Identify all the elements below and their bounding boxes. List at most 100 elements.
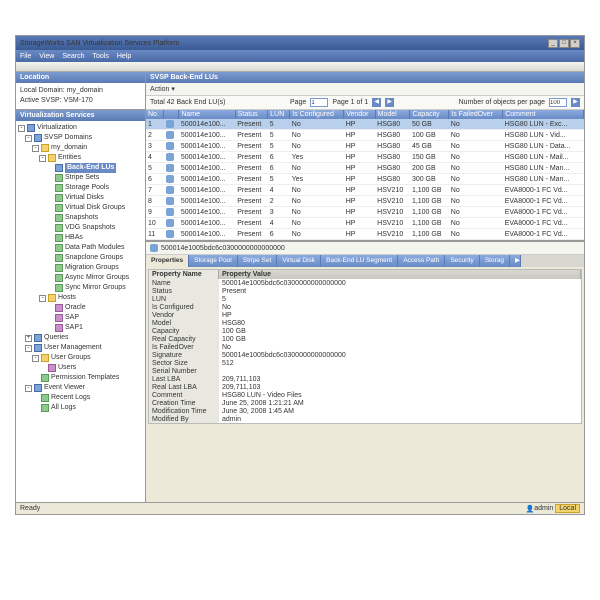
detail-tab[interactable]: Back-End LU Segment	[321, 255, 398, 267]
detail-tab[interactable]: Access Path	[398, 255, 445, 267]
tree-header: Virtualization Services	[16, 110, 145, 121]
lun-icon	[166, 120, 174, 128]
page-next-button[interactable]: ▶	[385, 98, 394, 107]
col-header[interactable]: Is Configured	[290, 110, 344, 119]
tree-node[interactable]: Virtual Disk Groups	[18, 203, 143, 213]
property-row: Sector Size512	[149, 359, 581, 367]
tree-node[interactable]: Storage Pools	[18, 183, 143, 193]
table-row[interactable]: 5500014e100...Present6NoHPHSG80200 GBNoH…	[146, 163, 584, 174]
menu-view[interactable]: View	[39, 53, 54, 60]
close-button[interactable]: ×	[570, 39, 580, 48]
domain-value: my_domain	[67, 87, 103, 94]
col-header[interactable]: Name	[179, 110, 235, 119]
tree-node[interactable]: -Entities	[18, 153, 143, 163]
tree-node[interactable]: SAP1	[18, 323, 143, 333]
node-icon	[34, 344, 42, 352]
table-row[interactable]: 10500014e100...Present4NoHPHSV2101,100 G…	[146, 218, 584, 229]
nav-tree[interactable]: -Virtualization-SVSP Domains-my_domain-E…	[16, 121, 145, 502]
tree-node[interactable]: -SVSP Domains	[18, 133, 143, 143]
table-row[interactable]: 1500014e100...Present5NoHPHSG8050 GBNoHS…	[146, 119, 584, 130]
tree-node[interactable]: Permission Templates	[18, 373, 143, 383]
menu-tools[interactable]: Tools	[93, 53, 109, 60]
property-row: Last LBA209,711,103	[149, 375, 581, 383]
col-header[interactable]: Status	[235, 110, 268, 119]
menu-help[interactable]: Help	[117, 53, 131, 60]
expand-icon[interactable]: -	[25, 345, 32, 352]
tree-node[interactable]: SAP	[18, 313, 143, 323]
property-row: StatusPresent	[149, 287, 581, 295]
expand-icon[interactable]: -	[32, 145, 39, 152]
col-header[interactable]: Is FailedOver	[449, 110, 503, 119]
tree-node[interactable]: Oracle	[18, 303, 143, 313]
col-header[interactable]: Model	[375, 110, 410, 119]
col-header[interactable]: No.	[146, 110, 164, 119]
menu-file[interactable]: File	[20, 53, 31, 60]
node-icon	[41, 374, 49, 382]
lun-icon	[166, 153, 174, 161]
tree-node[interactable]: +Queries	[18, 333, 143, 343]
col-header[interactable]: Comment	[503, 110, 584, 119]
col-header[interactable]: LUN	[268, 110, 290, 119]
page-size-apply[interactable]: ▶	[571, 98, 580, 107]
page-prev-button[interactable]: ◀	[372, 98, 381, 107]
property-row: CommentHSG80 LUN - Video Files	[149, 391, 581, 399]
tree-node[interactable]: Snapclone Groups	[18, 253, 143, 263]
page-input[interactable]	[310, 98, 328, 107]
table-row[interactable]: 8500014e100...Present2NoHPHSV2101,100 GB…	[146, 196, 584, 207]
menu-search[interactable]: Search	[62, 53, 84, 60]
page-size-input[interactable]	[549, 98, 567, 107]
col-header[interactable]: Capacity	[410, 110, 449, 119]
expand-icon[interactable]: -	[39, 155, 46, 162]
table-row[interactable]: 9500014e100...Present3NoHPHSV2101,100 GB…	[146, 207, 584, 218]
maximize-button[interactable]: □	[559, 39, 569, 48]
tree-node[interactable]: Stripe Sets	[18, 173, 143, 183]
tree-node[interactable]: -Hosts	[18, 293, 143, 303]
expand-icon[interactable]: -	[39, 295, 46, 302]
node-icon	[55, 304, 63, 312]
tree-node[interactable]: Back-End LUs	[18, 163, 143, 173]
table-row[interactable]: 4500014e100...Present6YesHPHSG80150 GBNo…	[146, 152, 584, 163]
tree-node[interactable]: Snapshots	[18, 213, 143, 223]
tree-node[interactable]: Data Path Modules	[18, 243, 143, 253]
col-header[interactable]: Vendor	[344, 110, 375, 119]
tree-node[interactable]: Async Mirror Groups	[18, 273, 143, 283]
tree-node[interactable]: Virtual Disks	[18, 193, 143, 203]
table-row[interactable]: 2500014e100...Present5NoHPHSG80100 GBNoH…	[146, 130, 584, 141]
tree-node[interactable]: HBAs	[18, 233, 143, 243]
tree-node[interactable]: -User Groups	[18, 353, 143, 363]
tree-node[interactable]: -User Management	[18, 343, 143, 353]
expand-icon[interactable]: +	[25, 335, 32, 342]
tree-node[interactable]: Migration Groups	[18, 263, 143, 273]
status-user: admin	[534, 505, 553, 512]
action-menu[interactable]: Action ▾	[150, 86, 175, 93]
tree-node[interactable]: -my_domain	[18, 143, 143, 153]
expand-icon[interactable]: -	[25, 135, 32, 142]
user-icon: 👤	[525, 505, 534, 513]
expand-icon[interactable]: -	[25, 385, 32, 392]
tab-scroll-right[interactable]: ▶	[510, 255, 521, 267]
col-header[interactable]	[164, 110, 179, 119]
tree-node[interactable]: Recent Logs	[18, 393, 143, 403]
detail-tab[interactable]: Virtual Disk	[277, 255, 321, 267]
tree-node[interactable]: VDG Snapshots	[18, 223, 143, 233]
property-row: ModelHSG80	[149, 319, 581, 327]
table-row[interactable]: 7500014e100...Present4NoHPHSV2101,100 GB…	[146, 185, 584, 196]
tree-node[interactable]: Sync Mirror Groups	[18, 283, 143, 293]
location-panel: Local Domain: my_domain Active SVSP: VSM…	[16, 83, 145, 110]
table-row[interactable]: 6500014e100...Present5YesHPHSG80300 GBNo…	[146, 174, 584, 185]
detail-tab[interactable]: Storag	[480, 255, 510, 267]
tree-node[interactable]: -Event Viewer	[18, 383, 143, 393]
node-icon	[55, 234, 63, 242]
detail-tab[interactable]: Security	[445, 255, 479, 267]
expand-icon[interactable]: -	[18, 125, 25, 132]
detail-tab[interactable]: Properties	[146, 255, 189, 267]
tree-node[interactable]: Users	[18, 363, 143, 373]
table-row[interactable]: 11500014e100...Present6NoHPHSV2101,100 G…	[146, 229, 584, 240]
tree-node[interactable]: All Logs	[18, 403, 143, 413]
minimize-button[interactable]: _	[548, 39, 558, 48]
tree-node[interactable]: -Virtualization	[18, 123, 143, 133]
table-row[interactable]: 3500014e100...Present5NoHPHSG8045 GBNoHS…	[146, 141, 584, 152]
detail-tab[interactable]: Storage Pool	[189, 255, 238, 267]
detail-tab[interactable]: Stripe Set	[238, 255, 278, 267]
expand-icon[interactable]: -	[32, 355, 39, 362]
